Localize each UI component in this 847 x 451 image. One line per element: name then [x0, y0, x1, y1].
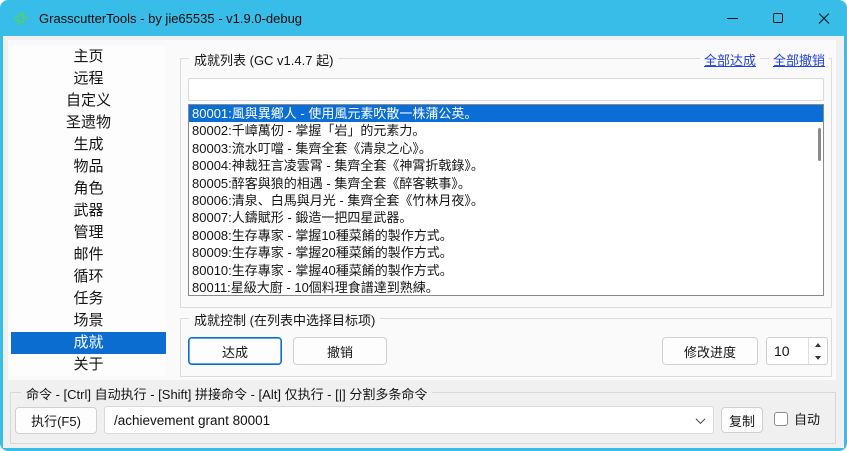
list-item[interactable]: 80007:人鑄賦形 - 鍛造一把四星武器。 — [189, 209, 823, 226]
close-icon — [817, 11, 831, 25]
sidebar-item-item[interactable]: 物品 — [11, 156, 166, 178]
client-area: 主页 远程 自定义 圣遗物 生成 物品 角色 武器 管理 邮件 循环 任务 场景… — [3, 36, 844, 448]
sidebar-item-weapon[interactable]: 武器 — [11, 200, 166, 222]
achievement-search-input[interactable] — [188, 78, 824, 101]
modify-progress-button[interactable]: 修改进度 — [662, 337, 758, 365]
list-item[interactable]: 80001:風與異鄉人 - 使用風元素吹散一株蒲公英。 — [189, 105, 823, 122]
progress-spinner: 10 — [766, 337, 828, 365]
maximize-button[interactable] — [755, 0, 801, 36]
bulk-links: 全部达成 全部撤销 — [700, 50, 829, 69]
app-logo-icon — [13, 10, 30, 27]
auto-run-label: 自动 — [794, 409, 820, 428]
command-input[interactable] — [105, 413, 687, 428]
list-item[interactable]: 80005:醉客與狼的相遇 - 集齊全套《醉客軼事》。 — [189, 175, 823, 192]
grant-all-link[interactable]: 全部达成 — [700, 50, 760, 69]
window-title: GrasscutterTools - by jie65535 - v1.9.0-… — [39, 11, 302, 26]
arrow-up-icon — [815, 343, 821, 347]
sidebar-item-management[interactable]: 管理 — [11, 222, 166, 244]
arrow-down-icon — [815, 356, 821, 360]
achievement-list-group-title: 成就列表 (GC v1.4.7 起) — [189, 50, 338, 69]
sidebar-nav: 主页 远程 自定义 圣遗物 生成 物品 角色 武器 管理 邮件 循环 任务 场景… — [11, 46, 166, 376]
command-group: 命令 - [Ctrl] 自动执行 - [Shift] 拼接命令 - [Alt] … — [10, 392, 836, 444]
close-button[interactable] — [801, 0, 847, 36]
command-group-title: 命令 - [Ctrl] 自动执行 - [Shift] 拼接命令 - [Alt] … — [21, 384, 432, 403]
copy-command-button[interactable]: 复制 — [721, 407, 763, 433]
sidebar-item-spawn[interactable]: 生成 — [11, 134, 166, 156]
title-bar: GrasscutterTools - by jie65535 - v1.9.0-… — [0, 0, 847, 36]
achievement-listbox: 80001:風與異鄉人 - 使用風元素吹散一株蒲公英。 80002:千嶂萬仞 -… — [188, 104, 824, 296]
list-item[interactable]: 80004:神裁狂言凌雲霄 - 集齊全套《神霄折戟錄》。 — [189, 157, 823, 174]
revoke-button[interactable]: 撤销 — [293, 337, 387, 365]
list-item[interactable]: 80009:生存專家 - 掌握20種菜餚的製作方式。 — [189, 244, 823, 261]
chevron-down-icon — [695, 414, 705, 424]
list-item[interactable]: 80002:千嶂萬仞 - 掌握「岩」的元素力。 — [189, 122, 823, 139]
sidebar-item-loop[interactable]: 循环 — [11, 266, 166, 288]
window-controls — [709, 0, 847, 36]
spinner-buttons — [808, 338, 827, 364]
auto-run-option: 自动 — [774, 409, 820, 428]
command-combobox — [104, 406, 714, 434]
achievement-control-group: 成就控制 (在列表中选择目标项) 达成 撤销 修改进度 10 — [180, 318, 832, 377]
spinner-down-button[interactable] — [809, 351, 827, 364]
app-window: GrasscutterTools - by jie65535 - v1.9.0-… — [0, 0, 847, 451]
spinner-up-button[interactable] — [809, 338, 827, 351]
progress-value[interactable]: 10 — [767, 338, 808, 364]
list-scrollbar-thumb[interactable] — [818, 128, 821, 161]
revoke-all-link[interactable]: 全部撤销 — [769, 50, 829, 69]
minimize-button[interactable] — [709, 0, 755, 36]
list-item[interactable]: 80010:生存專家 - 掌握40種菜餚的製作方式。 — [189, 262, 823, 279]
sidebar-item-artifact[interactable]: 圣遗物 — [11, 112, 166, 134]
sidebar-item-home[interactable]: 主页 — [11, 46, 166, 68]
sidebar-item-achievement[interactable]: 成就 — [11, 332, 166, 354]
sidebar-item-scene[interactable]: 场景 — [11, 310, 166, 332]
list-item[interactable]: 80003:流水叮噹 - 集齊全套《清泉之心》。 — [189, 140, 823, 157]
auto-run-checkbox[interactable] — [774, 412, 788, 426]
sidebar-item-quest[interactable]: 任务 — [11, 288, 166, 310]
sidebar-item-mail[interactable]: 邮件 — [11, 244, 166, 266]
achievement-control-group-title: 成就控制 (在列表中选择目标项) — [189, 310, 380, 329]
sidebar-item-about[interactable]: 关于 — [11, 354, 166, 376]
sidebar-item-remote[interactable]: 远程 — [11, 68, 166, 90]
list-item[interactable]: 80008:生存專家 - 掌握10種菜餚的製作方式。 — [189, 227, 823, 244]
maximize-icon — [773, 13, 783, 23]
sidebar-item-avatar[interactable]: 角色 — [11, 178, 166, 200]
list-item[interactable]: 80011:星級大廚 - 10個料理食譜達到熟練。 — [189, 279, 823, 296]
sidebar-item-custom[interactable]: 自定义 — [11, 90, 166, 112]
achievement-list-group: 成就列表 (GC v1.4.7 起) 全部达成 全部撤销 80001:風與異鄉人… — [180, 58, 832, 308]
list-item[interactable]: 80006:清泉、白馬與月光 - 集齊全套《竹林月夜》。 — [189, 192, 823, 209]
combo-dropdown-button[interactable] — [687, 407, 713, 433]
run-command-button[interactable]: 执行(F5) — [15, 407, 97, 434]
grant-button[interactable]: 达成 — [188, 337, 282, 365]
minimize-icon — [727, 18, 738, 19]
